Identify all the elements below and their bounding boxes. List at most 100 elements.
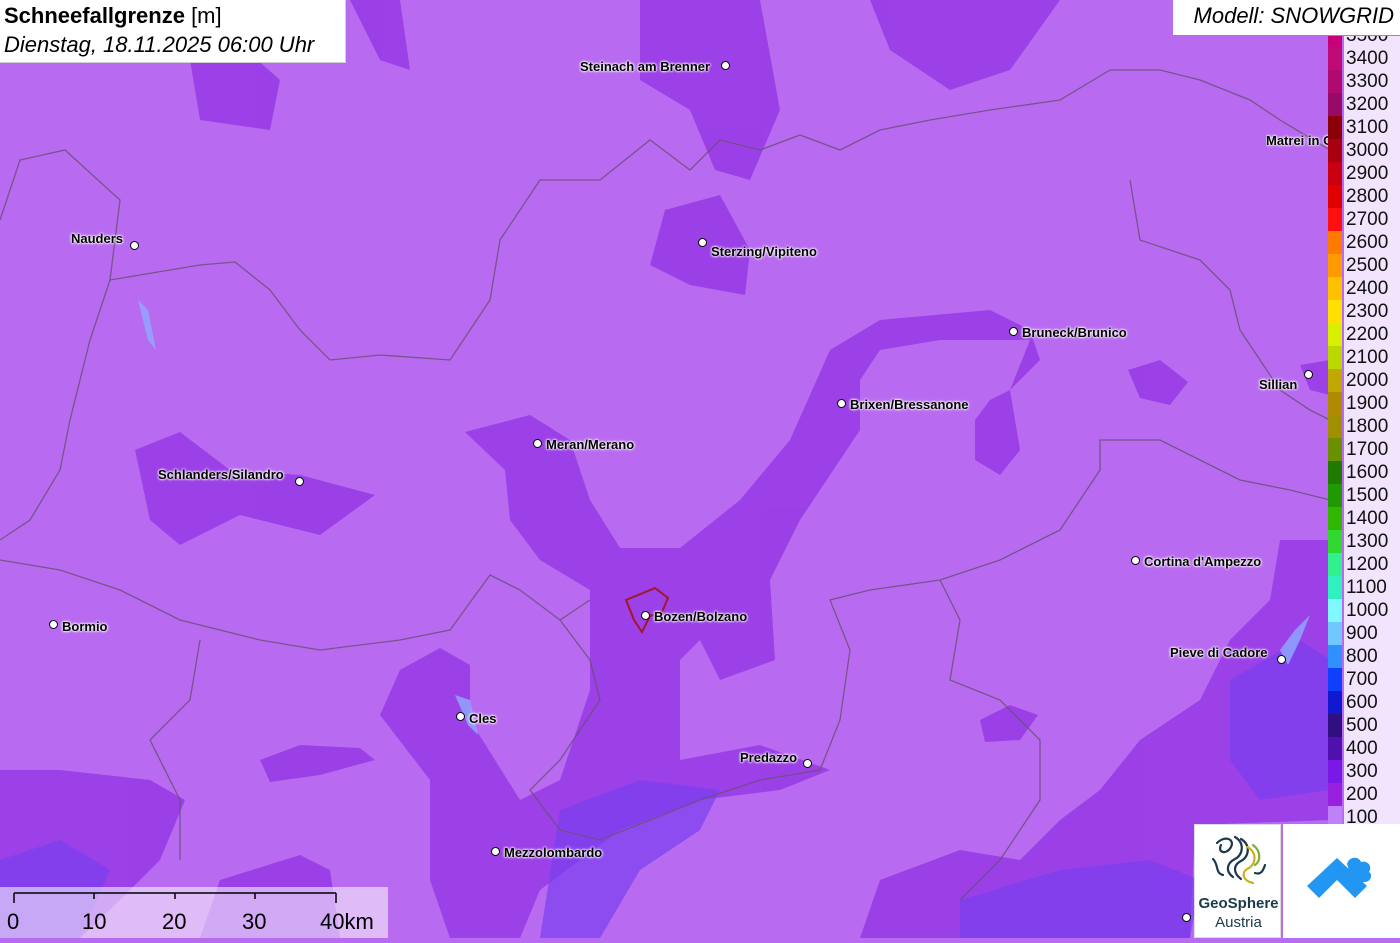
legend-row: 2600 (1328, 231, 1400, 254)
legend-swatch (1328, 415, 1342, 438)
legend-label: 2300 (1344, 300, 1400, 323)
city-label: Schlanders/Silandro (158, 467, 284, 482)
legend-row: 1600 (1328, 461, 1400, 484)
city-marker-icon[interactable] (1131, 556, 1140, 565)
legend-row: 3300 (1328, 70, 1400, 93)
city-marker-icon[interactable] (1304, 370, 1313, 379)
legend-label: 1900 (1344, 392, 1400, 415)
city-label: Cles (469, 711, 497, 726)
city-label: Bruneck/Brunico (1022, 325, 1127, 340)
legend-swatch (1328, 714, 1342, 737)
city-marker-icon[interactable] (491, 847, 500, 856)
legend-row: 400 (1328, 737, 1400, 760)
legend-swatch (1328, 691, 1342, 714)
legend-row: 2300 (1328, 300, 1400, 323)
city-label: Cortina d'Ampezzo (1144, 554, 1262, 569)
legend-row: 2000 (1328, 369, 1400, 392)
city-label: Predazzo (740, 750, 798, 765)
city-marker-icon[interactable] (803, 759, 812, 768)
city-marker-icon[interactable] (698, 238, 707, 247)
legend-swatch (1328, 70, 1342, 93)
scale-label-10: 10 (82, 909, 107, 934)
legend-label: 2900 (1344, 162, 1400, 185)
legend-swatch (1328, 507, 1342, 530)
geosphere-logo[interactable]: GeoSphere Austria (1194, 824, 1281, 938)
legend-label: 400 (1344, 737, 1400, 760)
scale-label-30: 30 (242, 909, 267, 934)
legend-label: 2400 (1344, 277, 1400, 300)
legend-swatch (1328, 645, 1342, 668)
legend-label: 2600 (1344, 231, 1400, 254)
city-marker-icon[interactable] (49, 620, 58, 629)
legend-label: 3300 (1344, 70, 1400, 93)
legend-label: 200 (1344, 783, 1400, 806)
city-marker-icon[interactable] (456, 712, 465, 721)
legend-row: 1000 (1328, 599, 1400, 622)
city-marker-icon[interactable] (295, 477, 304, 486)
legend-row: 1800 (1328, 415, 1400, 438)
legend-label: 1100 (1344, 576, 1400, 599)
legend-label: 1000 (1344, 599, 1400, 622)
legend-row: 600 (1328, 691, 1400, 714)
city-marker-icon[interactable] (721, 61, 730, 70)
legend-swatch (1328, 553, 1342, 576)
legend-row: 2100 (1328, 346, 1400, 369)
legend-swatch (1328, 346, 1342, 369)
legend-label: 500 (1344, 714, 1400, 737)
legend-row: 2700 (1328, 208, 1400, 231)
city-marker-icon[interactable] (1009, 327, 1018, 336)
legend-row: 3000 (1328, 139, 1400, 162)
city-marker-icon[interactable] (130, 241, 139, 250)
legend-row: 1300 (1328, 530, 1400, 553)
legend-label: 100 (1344, 806, 1400, 824)
legend-label: 2800 (1344, 185, 1400, 208)
city-label: Brixen/Bressanone (850, 397, 969, 412)
legend-swatch (1328, 760, 1342, 783)
legend-swatch (1328, 185, 1342, 208)
legend-row: 2800 (1328, 185, 1400, 208)
legend-swatch (1328, 484, 1342, 507)
city-marker-icon[interactable] (837, 399, 846, 408)
legend-label: 2500 (1344, 254, 1400, 277)
app-logo[interactable] (1283, 824, 1400, 938)
legend-row: 3200 (1328, 93, 1400, 116)
legend-row: 2400 (1328, 277, 1400, 300)
city-marker-icon[interactable] (1277, 655, 1286, 664)
legend-row: 700 (1328, 668, 1400, 691)
map-title-main: Schneefallgrenze (4, 3, 185, 28)
legend-row: 3400 (1328, 47, 1400, 70)
legend-label: 2200 (1344, 323, 1400, 346)
legend-swatch (1328, 254, 1342, 277)
city-marker-icon[interactable] (1182, 913, 1191, 922)
geosphere-emblem-icon (1211, 835, 1267, 885)
city-label: Mezzolombardo (504, 845, 603, 860)
legend-row: 2500 (1328, 254, 1400, 277)
legend-row: 900 (1328, 622, 1400, 645)
legend-swatch (1328, 162, 1342, 185)
legend-swatch (1328, 369, 1342, 392)
legend-label: 3000 (1344, 139, 1400, 162)
legend-row: 1400 (1328, 507, 1400, 530)
legend-label: 700 (1344, 668, 1400, 691)
legend-swatch (1328, 599, 1342, 622)
city-label: Matrei in Osttirol (1266, 133, 1328, 148)
legend-label: 300 (1344, 760, 1400, 783)
scale-label-0: 0 (7, 909, 20, 934)
city-marker-icon[interactable] (641, 611, 650, 620)
city-label: Meran/Merano (546, 437, 635, 452)
legend-swatch (1328, 323, 1342, 346)
city-marker-icon[interactable] (533, 439, 542, 448)
legend-swatch (1328, 668, 1342, 691)
legend-row: 2200 (1328, 323, 1400, 346)
legend-swatch (1328, 783, 1342, 806)
legend-label: 900 (1344, 622, 1400, 645)
legend-label: 600 (1344, 691, 1400, 714)
legend-row: 3500 (1328, 36, 1400, 47)
map-title: Schneefallgrenze [m] (4, 1, 341, 30)
legend-label: 1200 (1344, 553, 1400, 576)
legend-swatch (1328, 737, 1342, 760)
map-date: Dienstag, 18.11.2025 06:00 Uhr (4, 32, 315, 57)
legend-row: 100 (1328, 806, 1400, 824)
legend-label: 1600 (1344, 461, 1400, 484)
legend-label: 800 (1344, 645, 1400, 668)
